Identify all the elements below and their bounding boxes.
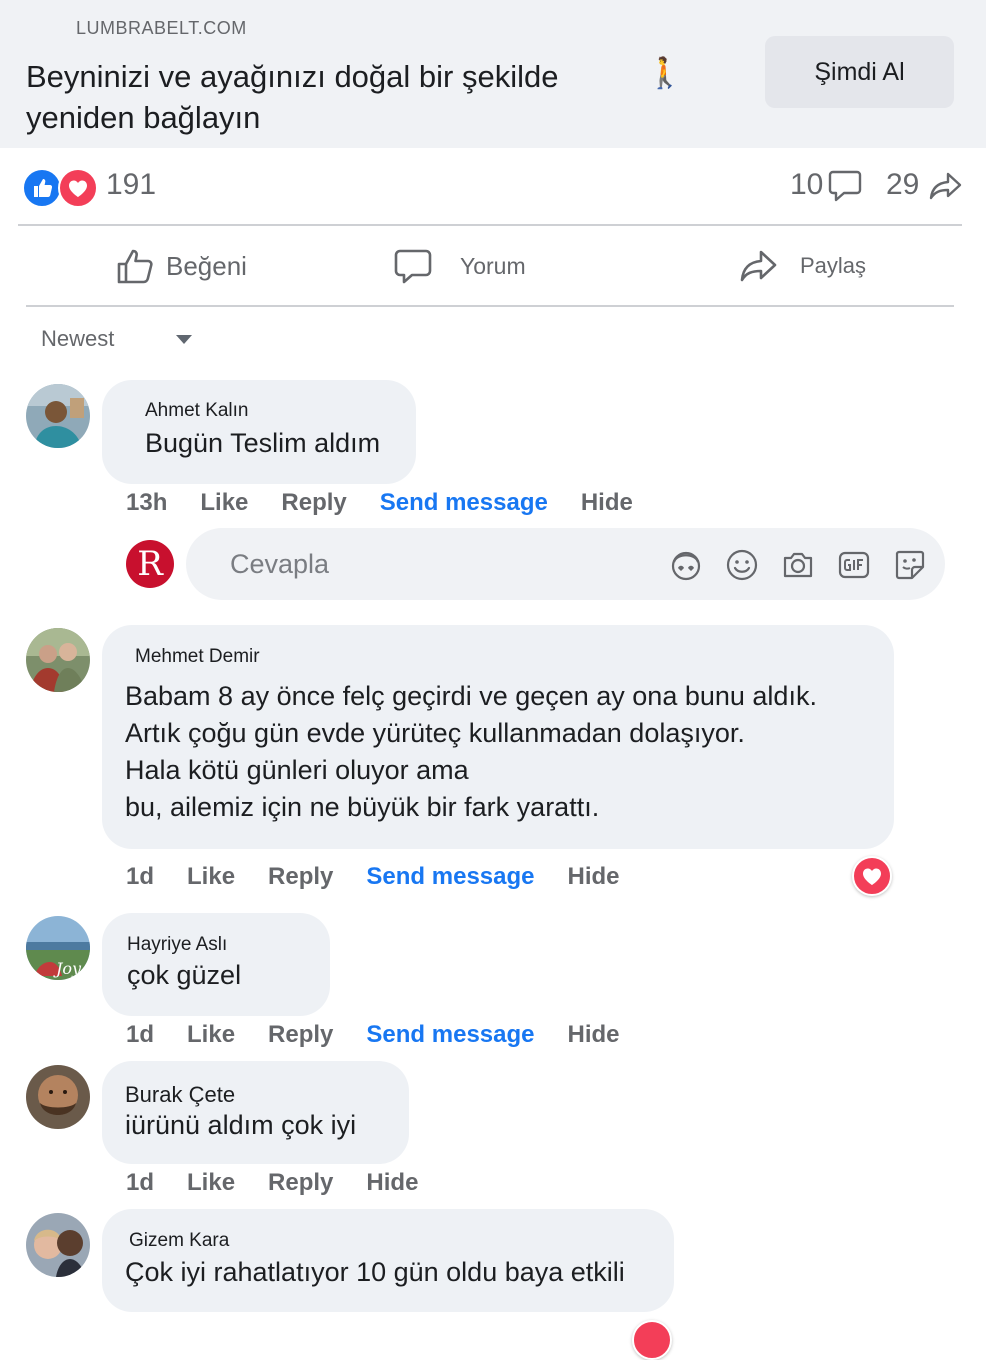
comment-text: çok güzel	[127, 960, 242, 990]
comment-like-link[interactable]: Like	[187, 863, 235, 891]
comment-text-line: Hala kötü günleri oluyor ama	[125, 755, 469, 785]
comment-bubble-icon	[394, 246, 432, 286]
comment-action-button[interactable]: Yorum	[394, 246, 526, 286]
comment-text-line: Artık çoğu gün evde yürüteç kullanmadan …	[125, 718, 745, 748]
comment-author[interactable]: Ahmet Kalın	[145, 400, 249, 422]
divider	[26, 305, 954, 307]
user-avatar[interactable]: R	[126, 540, 174, 588]
comment-icon	[828, 168, 862, 209]
comment-reply-link[interactable]: Reply	[268, 1021, 333, 1049]
comment-actions: 1d Like Reply Send message Hide	[126, 863, 653, 891]
walking-person-emoji: 🚶	[646, 57, 684, 90]
love-reaction-icon[interactable]	[852, 856, 892, 896]
comment-author[interactable]: Gizem Kara	[129, 1230, 229, 1252]
comment-text-line: Babam 8 ay önce felç geçirdi ve geçen ay…	[125, 681, 817, 711]
avatar[interactable]	[26, 1213, 90, 1277]
share-action-label: Paylaş	[800, 253, 867, 278]
thumbs-up-icon	[116, 246, 154, 286]
like-action-button[interactable]: Beğeni	[116, 246, 247, 286]
comment-reply-link[interactable]: Reply	[268, 1169, 333, 1197]
share-arrow-icon	[740, 246, 778, 286]
comment-hide-link[interactable]: Hide	[568, 1021, 620, 1049]
gif-icon[interactable]	[837, 548, 871, 582]
avatar[interactable]	[26, 628, 90, 692]
comment-actions: 1d Like Reply Send message Hide	[126, 1021, 653, 1049]
love-reaction-icon[interactable]	[632, 1320, 672, 1360]
reply-input[interactable]	[186, 528, 945, 600]
comment-text-line: bu, ailemiz için ne büyük bir fark yarat…	[125, 792, 600, 822]
send-message-link[interactable]: Send message	[380, 489, 548, 517]
ad-headline[interactable]: Beyninizi ve ayağınızı doğal bir şekilde…	[26, 56, 626, 138]
comment-hide-link[interactable]: Hide	[366, 1169, 418, 1197]
comment-like-link[interactable]: Like	[187, 1169, 235, 1197]
send-message-link[interactable]: Send message	[366, 863, 534, 891]
share-icon	[928, 168, 964, 209]
comment-like-link[interactable]: Like	[200, 489, 248, 517]
comment-action-label: Yorum	[460, 252, 526, 279]
divider	[18, 224, 962, 226]
share-count[interactable]: 29	[886, 168, 919, 202]
sticker-icon[interactable]	[893, 548, 927, 582]
ad-domain: LUMBRABELT.COM	[76, 18, 247, 38]
comment-hide-link[interactable]: Hide	[568, 863, 620, 891]
comment-actions: 1d Like Reply Hide	[126, 1169, 451, 1197]
comment-actions: 13h Like Reply Send message Hide	[126, 489, 666, 517]
comment-time: 1d	[126, 1021, 155, 1048]
comment-reply-link[interactable]: Reply	[281, 489, 346, 517]
sort-label: Newest	[41, 326, 115, 351]
like-action-label: Beğeni	[166, 250, 247, 281]
svg-text:Joy: Joy	[53, 959, 82, 978]
avatar[interactable]: Joy	[26, 916, 90, 980]
comment-time: 1d	[126, 1169, 155, 1196]
avatar[interactable]	[26, 1065, 90, 1129]
avatar-sticker-icon[interactable]	[669, 548, 703, 582]
comment-author[interactable]: Burak Çete	[125, 1082, 235, 1108]
comment-author[interactable]: Hayriye Aslı	[127, 934, 227, 956]
camera-icon[interactable]	[781, 548, 815, 582]
avatar[interactable]	[26, 384, 90, 448]
comment-like-link[interactable]: Like	[187, 1021, 235, 1049]
comment-count[interactable]: 10	[790, 168, 823, 202]
comment-time: 13h	[126, 489, 168, 516]
shop-now-button[interactable]: Şimdi Al	[765, 36, 954, 108]
caret-down-icon	[176, 335, 192, 344]
comment-reply-link[interactable]: Reply	[268, 863, 333, 891]
send-message-link[interactable]: Send message	[366, 1021, 534, 1049]
reaction-count[interactable]: 191	[106, 168, 156, 202]
emoji-icon[interactable]	[725, 548, 759, 582]
sort-dropdown[interactable]: Newest	[24, 318, 192, 360]
comment-text: iürünü aldım çok iyi	[125, 1110, 357, 1140]
comment-text: Çok iyi rahatlatıyor 10 gün oldu baya et…	[125, 1257, 625, 1287]
comment-author[interactable]: Mehmet Demir	[135, 646, 260, 668]
love-reaction-icon	[58, 168, 98, 208]
comment-time: 1d	[126, 863, 155, 890]
share-action-button[interactable]: Paylaş	[740, 246, 866, 286]
like-reaction-icon	[22, 168, 62, 208]
comment-hide-link[interactable]: Hide	[581, 489, 633, 517]
reactions-summary[interactable]	[22, 168, 98, 208]
comment-text: Bugün Teslim aldım	[145, 428, 381, 458]
